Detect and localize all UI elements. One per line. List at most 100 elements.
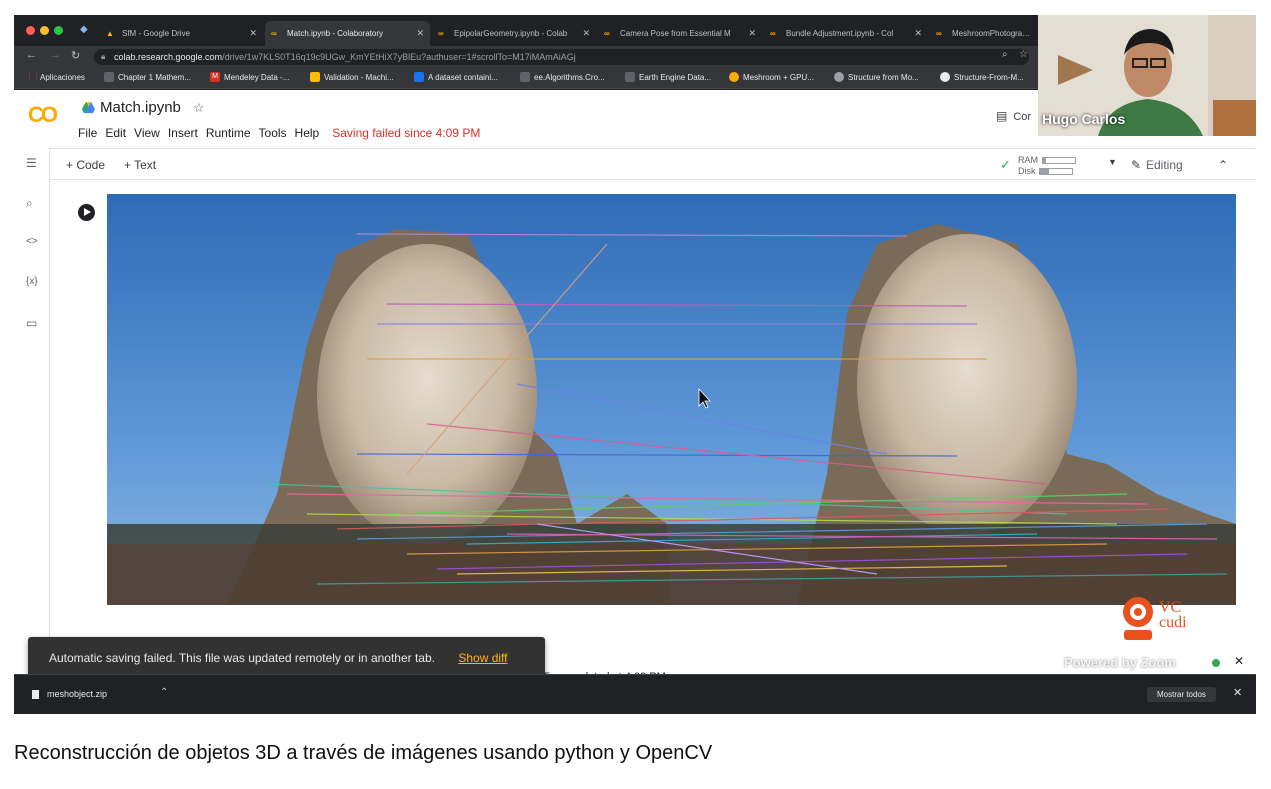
bookmark-item[interactable]: Structure-From-M... bbox=[940, 72, 1024, 82]
variables-icon[interactable]: {x} bbox=[26, 276, 38, 287]
colab-icon: ∞ bbox=[770, 29, 776, 38]
show-diff-link[interactable]: Show diff bbox=[458, 651, 507, 665]
add-text-button[interactable]: + Text bbox=[124, 158, 156, 172]
menu-tools[interactable]: Tools bbox=[259, 126, 287, 140]
run-cell-button[interactable] bbox=[78, 204, 95, 221]
bookmark-favicon-icon bbox=[834, 72, 844, 82]
bookmark-favicon-icon bbox=[414, 72, 424, 82]
tab-camera-pose[interactable]: ∞ Camera Pose from Essential M ✕ bbox=[598, 21, 762, 46]
bookmark-label: Earth Engine Data... bbox=[639, 72, 712, 82]
table-of-contents-icon[interactable]: ☰ bbox=[26, 156, 37, 170]
forward-arrow-icon[interactable]: → bbox=[50, 49, 61, 61]
drive-icon bbox=[82, 102, 95, 113]
add-code-button[interactable]: + Code bbox=[66, 158, 105, 172]
star-icon[interactable]: ☆ bbox=[193, 100, 205, 116]
search-icon[interactable]: ⌕ bbox=[26, 196, 33, 211]
minimize-window-dot[interactable] bbox=[40, 26, 49, 35]
status-dot-icon bbox=[1212, 659, 1220, 667]
pinned-tab-icon[interactable]: ◆ bbox=[80, 24, 88, 35]
bookmark-apps[interactable]: ⋮⋮ Aplicaciones bbox=[26, 72, 85, 82]
bookmark-label: Chapter 1 Mathem... bbox=[118, 72, 191, 82]
close-icon[interactable]: ✕ bbox=[1234, 654, 1244, 668]
menu-view[interactable]: View bbox=[134, 126, 160, 140]
mendeley-icon: M bbox=[210, 72, 220, 82]
colab-icon: ∞ bbox=[438, 29, 444, 38]
notebook-title-text[interactable]: Match.ipynb bbox=[100, 99, 181, 116]
comment-icon: ▤ bbox=[996, 109, 1008, 123]
tab-label: SfM - Google Drive bbox=[122, 29, 191, 38]
close-icon[interactable]: ✕ bbox=[582, 28, 590, 39]
reload-icon[interactable]: ↻ bbox=[71, 49, 80, 62]
tab-match-colab[interactable]: ∞ Match.ipynb - Colaboratory ✕ bbox=[265, 21, 430, 46]
close-icon[interactable]: ✕ bbox=[1233, 686, 1242, 699]
ram-label: RAM bbox=[1018, 155, 1038, 165]
chevron-down-icon[interactable]: ▼ bbox=[1108, 157, 1117, 167]
close-icon[interactable]: ✕ bbox=[914, 28, 922, 39]
close-icon[interactable]: ✕ bbox=[748, 28, 756, 39]
tab-epipolar-geometry[interactable]: ∞ EpipolarGeometry.ipynb - Colab ✕ bbox=[432, 21, 596, 46]
tab-bundle-adjustment[interactable]: ∞ Bundle Adjustment.ipynb - Col ✕ bbox=[764, 21, 928, 46]
menu-edit[interactable]: Edit bbox=[105, 126, 126, 140]
chevron-up-icon[interactable]: ⌃ bbox=[160, 687, 168, 698]
bookmark-item[interactable]: ee.Algorithms.Cro... bbox=[520, 72, 605, 82]
bookmark-favicon-icon bbox=[310, 72, 320, 82]
bookmark-item[interactable]: A dataset containi... bbox=[414, 72, 498, 82]
close-icon[interactable]: ✕ bbox=[249, 28, 257, 39]
close-window-dot[interactable] bbox=[26, 26, 35, 35]
vc-cudi-logo bbox=[1123, 597, 1153, 640]
bookmark-item[interactable]: Validation - Machi... bbox=[310, 72, 394, 82]
feature-matches-image bbox=[107, 194, 1236, 605]
editing-mode-button[interactable]: Editing bbox=[1146, 158, 1183, 172]
ram-bar bbox=[1042, 157, 1076, 165]
menu-help[interactable]: Help bbox=[295, 126, 320, 140]
tab-label: MeshroomPhotogramm bbox=[952, 29, 1032, 38]
tab-meshroom[interactable]: ∞ MeshroomPhotogramm bbox=[930, 21, 1038, 46]
disk-bar bbox=[1038, 168, 1073, 176]
menu-file[interactable]: File bbox=[78, 126, 97, 140]
bookmark-item[interactable]: M Mendeley Data -... bbox=[210, 72, 289, 82]
file-icon bbox=[32, 690, 39, 700]
video-frame: ◆ ▲ SfM - Google Drive ✕ ∞ Match.ipynb -… bbox=[14, 15, 1256, 714]
cell-output-image bbox=[107, 194, 1236, 605]
back-arrow-icon[interactable]: ← bbox=[26, 49, 37, 61]
drive-icon: ▲ bbox=[106, 29, 114, 38]
menu-runtime[interactable]: Runtime bbox=[206, 126, 251, 140]
save-failed-toast: Automatic saving failed. This file was u… bbox=[28, 637, 545, 679]
zoom-search-icon[interactable]: ⌕ bbox=[1002, 49, 1008, 60]
url-input[interactable]: 🔒︎ colab.research.google.com/drive/1w7KL… bbox=[94, 49, 1029, 65]
save-warning[interactable]: Saving failed since 4:09 PM bbox=[332, 126, 480, 140]
left-sidebar: ☰ ⌕ <> {x} ▭ bbox=[14, 148, 50, 674]
tab-sfm-drive[interactable]: ▲ SfM - Google Drive ✕ bbox=[100, 21, 263, 46]
tab-label: Camera Pose from Essential M bbox=[620, 29, 731, 38]
bookmark-item[interactable]: Structure from Mo... bbox=[834, 72, 919, 82]
bookmark-label: Meshroom + GPU... bbox=[743, 72, 814, 82]
vc-logo-line2: cudi bbox=[1159, 614, 1187, 631]
menu-insert[interactable]: Insert bbox=[168, 126, 198, 140]
download-item[interactable]: meshobject.zip bbox=[32, 689, 107, 700]
connected-check-icon: ✓ bbox=[1000, 157, 1011, 172]
folder-icon[interactable]: ▭ bbox=[26, 316, 37, 330]
bookmark-item[interactable]: Meshroom + GPU... bbox=[729, 72, 814, 82]
colab-icon: ∞ bbox=[604, 29, 610, 38]
bookmark-label: Structure from Mo... bbox=[848, 72, 919, 82]
github-icon bbox=[940, 72, 950, 82]
close-icon[interactable]: ✕ bbox=[416, 28, 424, 39]
bookmark-item[interactable]: Earth Engine Data... bbox=[625, 72, 711, 82]
collapse-chevron-icon[interactable]: ⌃ bbox=[1218, 158, 1228, 172]
powered-by-zoom-label: Powered by Zoom bbox=[1064, 655, 1176, 670]
pencil-icon: ✎ bbox=[1131, 158, 1142, 172]
tab-label: EpipolarGeometry.ipynb - Colab bbox=[454, 29, 568, 38]
bookmark-star-icon[interactable]: ☆ bbox=[1019, 49, 1028, 60]
comment-button[interactable]: ▤ Cor bbox=[996, 109, 1031, 123]
bookmark-label: Validation - Machi... bbox=[324, 72, 394, 82]
video-caption: Reconstrucción de objetos 3D a través de… bbox=[14, 742, 713, 764]
resource-monitor[interactable]: RAM Disk bbox=[1018, 155, 1076, 177]
show-all-downloads-button[interactable]: Mostrar todos bbox=[1147, 687, 1216, 702]
download-bar: meshobject.zip ⌃ Mostrar todos ✕ bbox=[14, 674, 1256, 714]
code-snippets-icon[interactable]: <> bbox=[26, 236, 38, 247]
bookmark-item[interactable]: Chapter 1 Mathem... bbox=[104, 72, 191, 82]
bookmark-label: A dataset containi... bbox=[428, 72, 498, 82]
colab-logo[interactable]: CO bbox=[28, 102, 58, 128]
maximize-window-dot[interactable] bbox=[54, 26, 63, 35]
menu-bar: File Edit View Insert Runtime Tools Help… bbox=[78, 126, 480, 140]
